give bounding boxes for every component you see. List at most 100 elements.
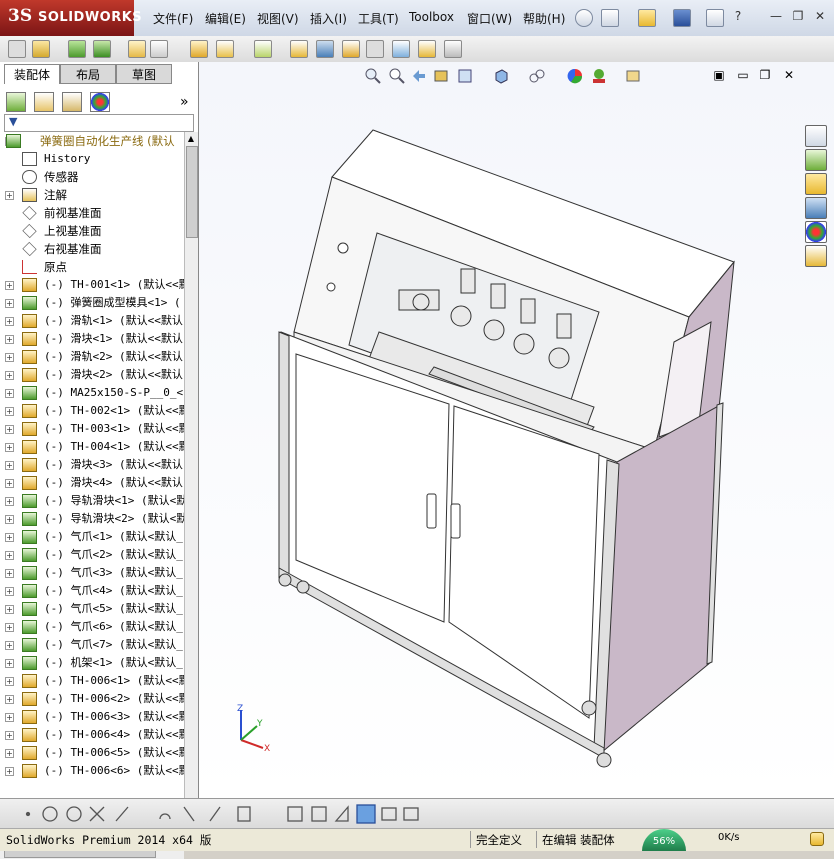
expand-icon[interactable]: + <box>5 569 14 578</box>
restore-icon[interactable]: ❐ <box>790 9 806 23</box>
line-icon[interactable] <box>115 806 129 822</box>
feature-manager-icon[interactable] <box>6 92 26 112</box>
expand-icon[interactable]: + <box>5 371 14 380</box>
tree-item[interactable]: + (-) 气爪<1> (默认<默认_ <box>0 528 184 546</box>
expand-icon[interactable]: + <box>5 299 14 308</box>
tree-item[interactable]: + (-) TH-006<5> (默认<<默 <box>0 744 184 762</box>
expand-icon[interactable]: + <box>5 353 14 362</box>
exploded-view-icon[interactable] <box>316 40 334 58</box>
tree-item[interactable]: + (-) TH-004<1> (默认<<默 <box>0 438 184 456</box>
expand-icon[interactable]: + <box>5 389 14 398</box>
angle-icon[interactable] <box>334 805 349 822</box>
tree-item[interactable]: History <box>0 150 184 168</box>
tree-item[interactable]: + (-) TH-006<6> (默认<<默 <box>0 762 184 780</box>
interference-detection-icon[interactable] <box>366 40 384 58</box>
menu-window[interactable]: 窗口(W) <box>467 10 512 27</box>
open-folder-icon[interactable] <box>638 9 656 27</box>
tree-item[interactable]: + (-) TH-003<1> (默认<<默 <box>0 420 184 438</box>
tree-item[interactable]: 原点 <box>0 258 184 276</box>
grid-icon[interactable] <box>311 806 327 822</box>
tree-item[interactable]: + (-) TH-006<1> (默认<<默 <box>0 672 184 690</box>
expand-icon[interactable]: + <box>5 551 14 560</box>
bill-of-materials-icon[interactable] <box>290 40 308 58</box>
configuration-manager-icon[interactable] <box>62 92 82 112</box>
expand-icon[interactable]: + <box>5 767 14 776</box>
appearances-icon[interactable] <box>805 221 827 243</box>
menu-tools[interactable]: 工具(T) <box>358 10 399 27</box>
hole-alignment-icon[interactable] <box>418 40 436 58</box>
tree-item[interactable]: + (-) 滑块<1> (默认<<默认 <box>0 330 184 348</box>
tree-vertical-scrollbar[interactable]: ▲ ▼ <box>184 132 198 844</box>
menu-toolbox[interactable]: Toolbox <box>409 10 454 24</box>
reference-geometry-icon[interactable] <box>216 40 234 58</box>
expand-icon[interactable]: + <box>5 443 14 452</box>
tree-item[interactable]: + (-) 机架<1> (默认<默认_ <box>0 654 184 672</box>
menu-edit[interactable]: 编辑(E) <box>205 10 246 27</box>
tree-item[interactable]: + (-) MA25x150-S-P__0_<1> <box>0 384 184 402</box>
tree-item[interactable]: + (-) 弹簧圈成型模具<1> ( <box>0 294 184 312</box>
new-document-icon[interactable] <box>601 9 619 27</box>
expand-icon[interactable]: + <box>5 641 14 650</box>
expand-icon[interactable]: + <box>5 317 14 326</box>
tree-item[interactable]: + (-) TH-006<4> (默认<<默 <box>0 726 184 744</box>
arc-icon[interactable] <box>159 813 171 820</box>
expand-icon[interactable]: + <box>5 623 14 632</box>
tree-item[interactable]: + (-) TH-006<2> (默认<<默 <box>0 690 184 708</box>
assembly-features-icon[interactable] <box>190 40 208 58</box>
menu-view[interactable]: 视图(V) <box>257 10 299 27</box>
expand-icon[interactable]: + <box>5 497 14 506</box>
property-manager-icon[interactable] <box>34 92 54 112</box>
menu-help[interactable]: 帮助(H) <box>523 10 565 27</box>
graphics-viewport[interactable]: ▣ ▭ ❐ ✕ Z Y X <box>199 62 834 798</box>
close-icon[interactable]: ✕ <box>812 9 828 23</box>
move-component-icon[interactable] <box>128 40 146 58</box>
expand-icon[interactable]: + <box>5 407 14 416</box>
point-icon[interactable] <box>25 811 31 817</box>
tree-item[interactable]: 前视基准面 <box>0 204 184 222</box>
expand-icon[interactable]: + <box>5 533 14 542</box>
custom-properties-icon[interactable] <box>805 245 827 267</box>
filter-icon[interactable]: ▼ <box>9 115 17 128</box>
trim-icon[interactable] <box>183 806 195 822</box>
circle-icon[interactable] <box>42 806 58 822</box>
expand-icon[interactable]: + <box>5 425 14 434</box>
expand-icon[interactable]: + <box>5 659 14 668</box>
tree-item[interactable]: + (-) 滑轨<1> (默认<<默认 <box>0 312 184 330</box>
clearance-verification-icon[interactable] <box>392 40 410 58</box>
tree-item[interactable]: + (-) 导轨滑块<2> (默认<默 <box>0 510 184 528</box>
menu-file[interactable]: 文件(F) <box>153 10 193 27</box>
tree-item[interactable]: + (-) 滑块<4> (默认<<默认 <box>0 474 184 492</box>
expand-icon[interactable]: + <box>5 695 14 704</box>
instant3d-icon[interactable] <box>444 40 462 58</box>
expand-icon[interactable]: + <box>5 605 14 614</box>
smart-fasteners-icon[interactable] <box>93 40 111 58</box>
tree-item[interactable]: + (-) 气爪<7> (默认<默认_ <box>0 636 184 654</box>
tree-item[interactable]: + (-) 气爪<5> (默认<默认_ <box>0 600 184 618</box>
solidworks-logo[interactable]: 3S SOLIDWORKS <box>0 0 142 36</box>
view-palette-icon[interactable] <box>805 197 827 219</box>
tree-item[interactable]: -弹簧圈自动化生产线 (默认 <box>0 132 184 150</box>
tree-item[interactable]: + (-) TH-001<1> (默认<<默 <box>0 276 184 294</box>
offset-icon[interactable] <box>209 806 221 822</box>
tree-item[interactable]: + (-) 气爪<2> (默认<默认_ <box>0 546 184 564</box>
expand-icon[interactable]: + <box>5 461 14 470</box>
tree-item[interactable]: + (-) TH-002<1> (默认<<默 <box>0 402 184 420</box>
expand-icon[interactable]: + <box>5 191 14 200</box>
mate-icon[interactable] <box>32 40 50 58</box>
expand-icon[interactable]: + <box>5 713 14 722</box>
tab-sketch[interactable]: 草图 <box>116 64 172 84</box>
tab-layout[interactable]: 布局 <box>60 64 116 84</box>
save-icon[interactable] <box>673 9 691 27</box>
expand-icon[interactable]: + <box>5 731 14 740</box>
display-box-icon[interactable] <box>356 804 376 824</box>
tree-item[interactable]: + 注解 <box>0 186 184 204</box>
expand-icon[interactable]: + <box>5 677 14 686</box>
tree-filter-bar[interactable]: ▼ <box>4 114 194 132</box>
tree-item[interactable]: + (-) 导轨滑块<1> (默认<默 <box>0 492 184 510</box>
tree-item[interactable]: + (-) 滑块<2> (默认<<默认 <box>0 366 184 384</box>
cpu-meter[interactable]: 56% <box>642 829 686 851</box>
table-icon[interactable] <box>403 807 419 821</box>
expand-icon[interactable]: + <box>5 335 14 344</box>
design-library-icon[interactable] <box>805 149 827 171</box>
tree-item[interactable]: + (-) 滑轨<2> (默认<<默认 <box>0 348 184 366</box>
